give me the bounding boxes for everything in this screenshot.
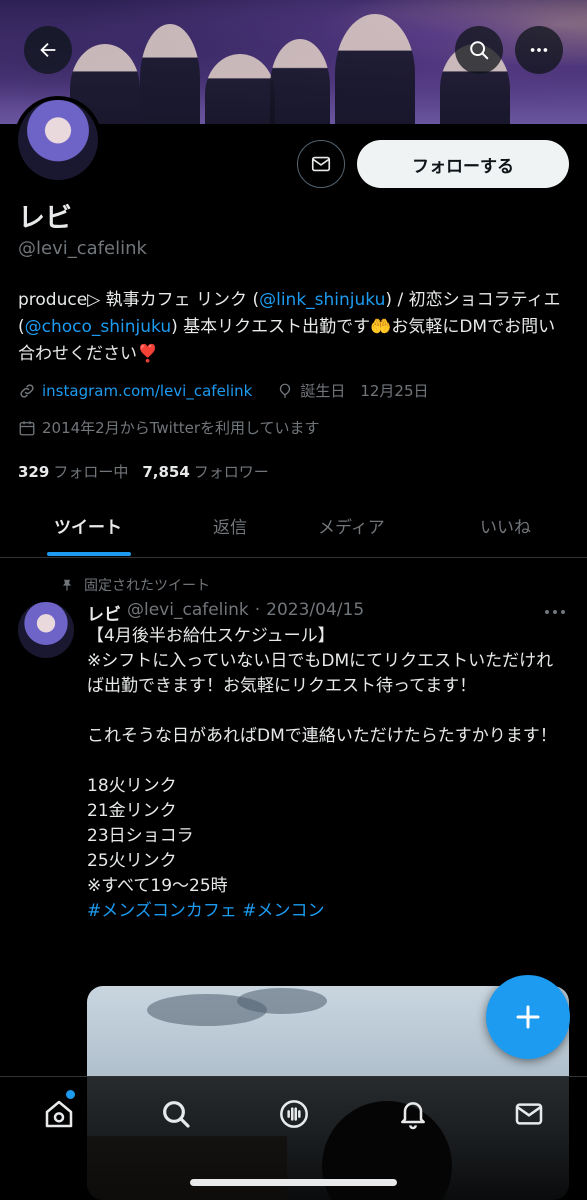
nav-spaces[interactable] [272, 1092, 316, 1136]
nav-search[interactable] [154, 1092, 198, 1136]
compose-tweet-button[interactable] [486, 975, 570, 1059]
banner-figure [335, 14, 415, 124]
tweet-separator: · [254, 600, 261, 620]
tweet-author-handle[interactable]: @levi_cafelink [127, 600, 249, 625]
pin-icon [62, 579, 72, 591]
tab-likes[interactable]: いいね [480, 494, 531, 557]
mail-icon [311, 156, 331, 172]
follow-button[interactable]: フォローする [357, 140, 569, 188]
tweet-body-text: 【4月後半お給仕スケジュール】 ※シフトに入っていない日でもDMにてリクエストい… [87, 626, 557, 896]
spaces-icon [280, 1100, 308, 1128]
bio-mention-link[interactable]: @link_shinjuku [259, 290, 385, 310]
profile-bio: produce▷ 執事カフェ リンク (@link_shinjuku) / 初恋… [18, 287, 570, 368]
search-button[interactable] [455, 26, 503, 74]
banner-figure [140, 24, 200, 124]
arrow-left-icon [40, 42, 56, 58]
active-tab-indicator [47, 552, 131, 556]
balloon-icon [280, 383, 291, 398]
nav-home[interactable] [37, 1092, 81, 1136]
home-notification-dot [66, 1090, 75, 1099]
tweet-author-avatar[interactable] [18, 602, 74, 658]
display-name: レビ [18, 203, 72, 234]
profile-joined-row: 2014年2月からTwitterを利用しています [18, 417, 320, 438]
followers-count: 7,854 [142, 463, 190, 481]
profile-meta-row: instagram.com/levi_cafelink 誕生日 12月25日 [18, 380, 429, 401]
banner-figure [205, 54, 275, 124]
nav-notifications[interactable] [391, 1092, 435, 1136]
following-count: 329 [18, 463, 50, 481]
profile-tabs: ツイート 返信 メディア いいね [0, 494, 587, 558]
search-icon [163, 1101, 190, 1128]
profile-avatar[interactable] [14, 96, 102, 184]
tweet-date[interactable]: 2023/04/15 [266, 600, 364, 625]
home-indicator [190, 1179, 397, 1186]
media-cloud [237, 988, 327, 1014]
tab-replies[interactable]: 返信 [213, 494, 247, 557]
bio-mention-link[interactable]: @choco_shinjuku [25, 317, 172, 337]
bio-text: produce▷ 執事カフェ リンク ( [18, 290, 260, 310]
tab-media[interactable]: メディア [318, 494, 385, 557]
more-button[interactable] [515, 26, 563, 74]
following-count-link[interactable]: 329 フォロー中 [18, 461, 128, 482]
more-horizontal-icon [530, 48, 548, 52]
following-label: フォロー中 [53, 463, 129, 481]
joined-text: 2014年2月からTwitterを利用しています [42, 419, 320, 437]
nav-messages[interactable] [507, 1092, 551, 1136]
followers-count-link[interactable]: 7,854 フォロワー [142, 461, 268, 482]
pinned-label: 固定されたツイート [60, 575, 210, 595]
pinned-text: 固定されたツイート [84, 578, 210, 594]
home-icon [45, 1100, 73, 1128]
birthday-text: 誕生日 12月25日 [300, 382, 429, 400]
followers-label: フォロワー [193, 463, 269, 481]
follow-counts: 329 フォロー中 7,854 フォロワー [18, 461, 269, 482]
message-button[interactable] [297, 140, 345, 188]
tweet-hashtags[interactable]: #メンズコンカフェ #メンコン [87, 901, 325, 921]
back-button[interactable] [24, 26, 72, 74]
tab-tweets[interactable]: ツイート [54, 494, 122, 557]
calendar-icon [19, 420, 35, 435]
mail-icon [515, 1103, 543, 1125]
website-link[interactable]: instagram.com/levi_cafelink [42, 382, 252, 400]
tweet-author-name[interactable]: レビ [87, 600, 121, 625]
banner-figure [270, 39, 330, 124]
tweet-more-button[interactable] [543, 602, 567, 626]
bell-icon [401, 1102, 425, 1130]
profile-handle: @levi_cafelink [18, 238, 147, 259]
tweet-text: 【4月後半お給仕スケジュール】 ※シフトに入っていない日でもDMにてリクエストい… [87, 624, 567, 924]
link-icon [20, 383, 34, 398]
tweet-header: レビ @levi_cafelink · 2023/04/15 [87, 600, 364, 625]
more-horizontal-icon [545, 610, 565, 614]
plus-icon [516, 1005, 540, 1029]
search-icon [470, 41, 489, 60]
